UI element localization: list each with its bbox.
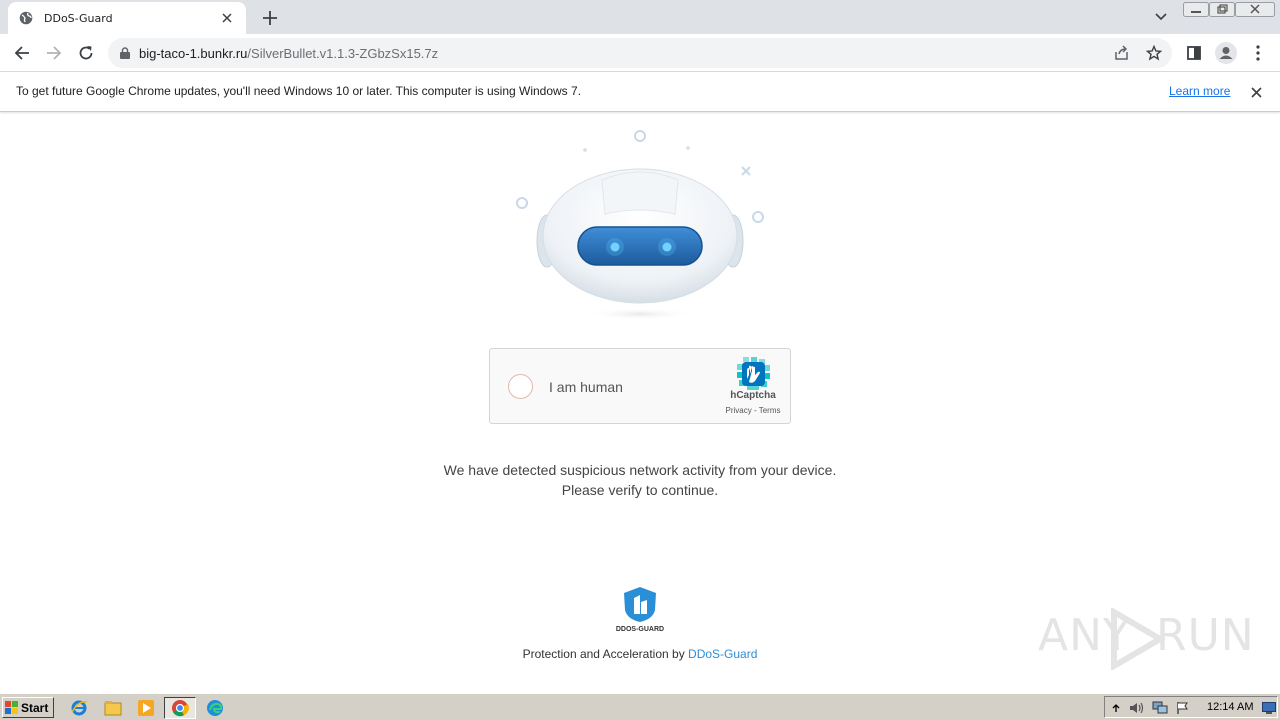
captcha-checkbox[interactable]: [508, 374, 533, 399]
back-icon[interactable]: [8, 39, 36, 67]
network-icon[interactable]: [1152, 700, 1168, 716]
profile-icon[interactable]: [1212, 39, 1240, 67]
robot-illustration: [505, 124, 775, 324]
verification-message: We have detected suspicious network acti…: [340, 460, 940, 500]
url-host: big-taco-1.bunkr.ru: [139, 45, 248, 61]
footer: Protection and Acceleration by DDoS-Guar…: [340, 647, 940, 661]
ie-icon[interactable]: [67, 697, 91, 719]
side-panel-icon[interactable]: [1180, 39, 1208, 67]
star-icon[interactable]: [1145, 44, 1163, 62]
share-icon[interactable]: [1113, 44, 1131, 62]
hcaptcha-widget: I am human hCaptcha Privacy - Terms: [489, 348, 791, 424]
captcha-label: I am human: [549, 379, 623, 395]
menu-icon[interactable]: [1244, 39, 1272, 67]
ddos-guard-logo-text: DDOS-GUARD: [615, 626, 665, 633]
chevron-down-icon[interactable]: [1150, 6, 1172, 28]
chrome-icon[interactable]: [164, 697, 196, 719]
hcaptcha-brand: hCaptcha: [730, 390, 776, 401]
address-bar[interactable]: big-taco-1.bunkr.ru/SilverBullet.v1.1.3-…: [108, 38, 1172, 68]
reload-icon[interactable]: [72, 39, 100, 67]
lock-icon[interactable]: [120, 47, 130, 59]
new-tab-icon[interactable]: [258, 6, 282, 30]
privacy-terms-link[interactable]: Privacy - Terms: [716, 406, 790, 415]
close-tab-icon[interactable]: [218, 9, 236, 27]
minimize-icon[interactable]: [1183, 1, 1209, 18]
restore-icon[interactable]: [1209, 1, 1235, 18]
action-center-flag-icon[interactable]: [1175, 700, 1191, 716]
message-line-2: Please verify to continue.: [561, 482, 719, 498]
update-infobar: To get future Google Chrome updates, you…: [0, 72, 1280, 112]
explorer-icon[interactable]: [101, 697, 125, 719]
message-line-1: We have detected suspicious network acti…: [443, 462, 837, 478]
url-path: /SilverBullet.v1.1.3-ZGbzSx15.7z: [247, 45, 439, 61]
browser-toolbar: big-taco-1.bunkr.ru/SilverBullet.v1.1.3-…: [0, 34, 1280, 72]
ddos-guard-link[interactable]: DDoS-Guard: [688, 647, 757, 661]
forward-icon[interactable]: [40, 39, 68, 67]
anyrun-watermark: ANY RUN: [1038, 606, 1254, 672]
learn-more-link[interactable]: Learn more: [1169, 84, 1230, 98]
url-text: big-taco-1.bunkr.ru/SilverBullet.v1.1.3-…: [139, 46, 438, 61]
tab-ddos-guard[interactable]: DDoS-Guard: [8, 2, 246, 34]
volume-icon[interactable]: [1129, 700, 1145, 716]
tab-strip: DDoS-Guard: [0, 0, 1280, 34]
show-desktop-icon[interactable]: [1261, 700, 1277, 716]
close-icon[interactable]: [1246, 82, 1266, 102]
windows-logo-icon: [5, 701, 18, 714]
media-player-icon[interactable]: [134, 697, 158, 719]
start-label: Start: [21, 700, 49, 715]
start-button[interactable]: Start: [2, 697, 54, 718]
ddos-guard-logo: DDOS-GUARD: [610, 586, 670, 638]
window-close-icon[interactable]: [1235, 1, 1275, 18]
edge-icon[interactable]: [203, 697, 227, 719]
windows-taskbar: Start 12:14 AM: [0, 693, 1280, 720]
globe-icon: [18, 10, 34, 26]
watermark-run: RUN: [1156, 610, 1255, 661]
clock[interactable]: 12:14 AM: [1207, 701, 1253, 713]
show-hidden-icons-icon[interactable]: [1108, 700, 1124, 716]
infobar-message: To get future Google Chrome updates, you…: [16, 84, 582, 98]
system-tray: 12:14 AM: [1104, 696, 1278, 718]
tab-title: DDoS-Guard: [44, 11, 113, 25]
hcaptcha-logo-icon: [735, 357, 771, 391]
footer-text: Protection and Acceleration by: [522, 647, 689, 661]
